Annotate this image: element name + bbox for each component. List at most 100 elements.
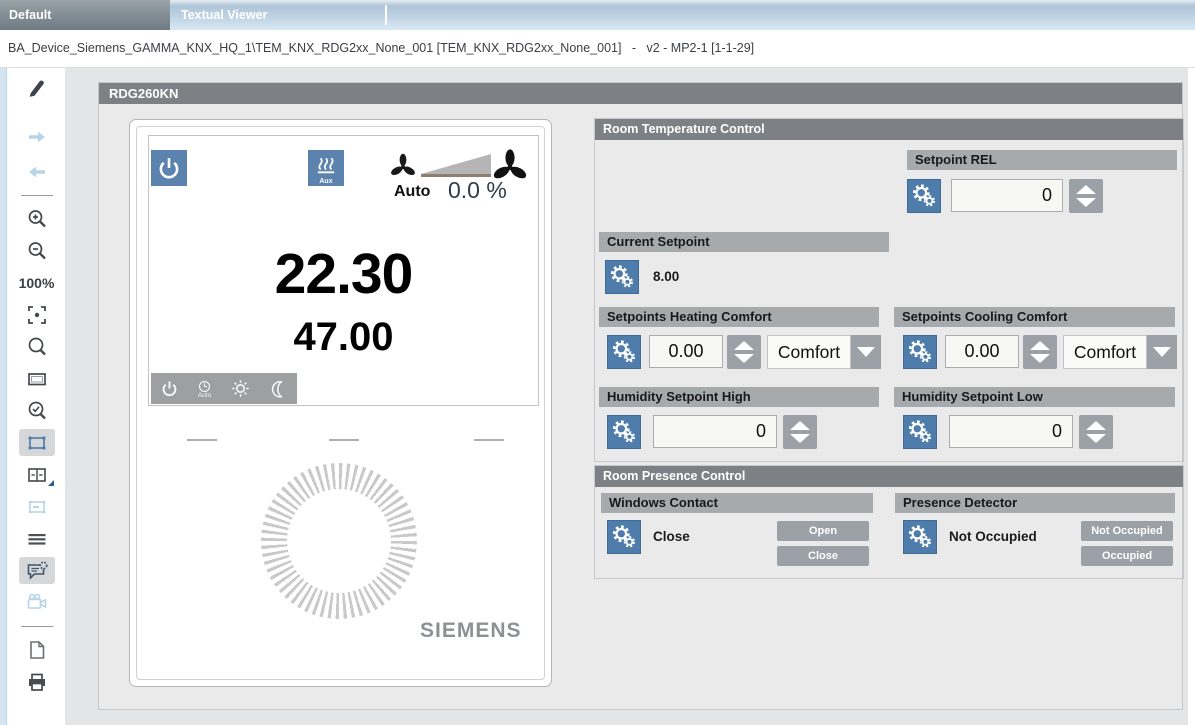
tab-divider: [385, 5, 387, 25]
pen-icon[interactable]: [19, 74, 55, 101]
spinner-down-icon[interactable]: [1086, 434, 1106, 443]
occupied-button[interactable]: Occupied: [1081, 546, 1173, 566]
cooling-comfort-mode-value: Comfort: [1063, 335, 1147, 369]
spinner-up-icon[interactable]: [1030, 341, 1050, 350]
setpoints-cooling-comfort-label: Setpoints Cooling Comfort: [894, 307, 1175, 327]
cooling-comfort-gear-button[interactable]: [903, 335, 937, 369]
not-occupied-button[interactable]: Not Occupied: [1081, 521, 1173, 541]
toolbar: 100%: [8, 74, 65, 725]
touch-key-dash[interactable]: [187, 439, 217, 441]
heating-comfort-gear-button[interactable]: [607, 335, 641, 369]
room-presence-control-title: Room Presence Control: [595, 466, 1183, 487]
touch-key-dash[interactable]: [474, 439, 504, 441]
windows-contact-label: Windows Contact: [601, 493, 873, 513]
fit-view-icon[interactable]: [19, 301, 55, 328]
mode-auto-icon[interactable]: Auto: [197, 379, 212, 399]
thermostat-display: Aux Auto 0.0 % 22.30 47.00: [148, 135, 539, 406]
chevron-down-icon: [857, 347, 875, 357]
cooling-comfort-mode-dropdown[interactable]: Comfort: [1063, 335, 1177, 369]
arrow-left-icon[interactable]: [19, 158, 55, 185]
panel-title: RDG260KN: [99, 83, 1182, 104]
rectangle-icon[interactable]: [19, 365, 55, 392]
rotary-dial[interactable]: [261, 463, 417, 619]
setpoints-heating-comfort-label: Setpoints Heating Comfort: [599, 307, 879, 327]
dropdown-button[interactable]: [1147, 335, 1177, 369]
thermostat-faceplate: Aux Auto 0.0 % 22.30 47.00: [129, 119, 552, 687]
spinner-down-icon[interactable]: [734, 354, 754, 363]
cooling-comfort-input[interactable]: [945, 335, 1019, 368]
heating-comfort-mode-dropdown[interactable]: Comfort: [767, 335, 881, 369]
room-temperature-control-title: Room Temperature Control: [595, 119, 1183, 140]
fan-output-value: 0.0 %: [448, 177, 507, 204]
menu-lines-icon[interactable]: [19, 525, 55, 552]
workspace: RDG260KN Aux Auto 0.0 %: [65, 68, 1188, 725]
presence-detector-value: Not Occupied: [949, 520, 1037, 554]
spinner-up-icon[interactable]: [734, 341, 754, 350]
setpoint-rel-gear-button[interactable]: [907, 179, 941, 213]
camera-icon[interactable]: [19, 589, 55, 616]
mode-power-icon[interactable]: [160, 379, 179, 398]
windows-contact-value: Close: [653, 520, 690, 554]
spinner-up-icon[interactable]: [1086, 421, 1106, 430]
humidity-low-gear-button[interactable]: [903, 415, 937, 449]
selection-frame-icon[interactable]: [19, 429, 55, 456]
windows-close-button[interactable]: Close: [777, 546, 869, 566]
cooling-comfort-spinner[interactable]: [1023, 335, 1057, 369]
magnifier-check-icon[interactable]: [19, 397, 55, 424]
room-temperature-control-section: Room Temperature Control Setpoint REL Cu…: [594, 118, 1184, 462]
zoom-in-icon[interactable]: [19, 205, 55, 232]
split-panes-icon[interactable]: [19, 461, 55, 488]
aux-heat-button[interactable]: Aux: [308, 150, 344, 186]
heating-comfort-input[interactable]: [649, 335, 723, 368]
spinner-down-icon[interactable]: [1030, 354, 1050, 363]
tab-bar: Default Textual Viewer: [0, 0, 1195, 30]
fan-small-icon: [389, 152, 417, 180]
light-frame-icon[interactable]: [19, 493, 55, 520]
spinner-down-icon[interactable]: [790, 434, 810, 443]
zoom-out-icon[interactable]: [19, 237, 55, 264]
page-icon[interactable]: [19, 636, 55, 663]
arrow-right-icon[interactable]: [19, 123, 55, 150]
left-edge-strip: [0, 68, 7, 725]
tab-default[interactable]: Default: [0, 0, 170, 30]
humidity-low-spinner[interactable]: [1079, 415, 1113, 449]
humidity-setpoint-low-label: Humidity Setpoint Low: [894, 387, 1175, 407]
humidity-value: 47.00: [149, 316, 538, 358]
tab-textual-viewer[interactable]: Textual Viewer: [170, 0, 385, 30]
heating-comfort-mode-value: Comfort: [767, 335, 851, 369]
comment-gear-icon[interactable]: [19, 557, 55, 584]
setpoint-rel-label: Setpoint REL: [907, 150, 1177, 170]
presence-detector-gear-button[interactable]: [903, 520, 937, 554]
humidity-high-input[interactable]: [653, 415, 777, 448]
aux-label: Aux: [308, 178, 344, 185]
touch-key-dash[interactable]: [329, 439, 359, 441]
mode-bar: Auto: [151, 373, 297, 404]
fan-mode-label: Auto: [394, 183, 430, 201]
mode-auto-label: Auto: [198, 393, 211, 399]
setpoint-rel-spinner[interactable]: [1069, 179, 1103, 213]
current-setpoint-label: Current Setpoint: [599, 232, 889, 252]
humidity-high-gear-button[interactable]: [607, 415, 641, 449]
dropdown-button[interactable]: [851, 335, 881, 369]
windows-contact-gear-button[interactable]: [607, 520, 641, 554]
room-presence-control-section: Room Presence Control Windows Contact Pr…: [594, 465, 1184, 579]
thermostat-face: Aux Auto 0.0 % 22.30 47.00: [136, 126, 545, 680]
device-panel: RDG260KN Aux Auto 0.0 %: [98, 82, 1183, 710]
current-setpoint-value: 8.00: [653, 260, 679, 294]
zoom-level-label[interactable]: 100%: [19, 269, 55, 296]
humidity-low-input[interactable]: [949, 415, 1073, 448]
spinner-down-icon[interactable]: [1076, 198, 1096, 207]
mode-comfort-sun-icon[interactable]: [230, 378, 251, 399]
mode-night-moon-icon[interactable]: [269, 379, 288, 398]
heating-comfort-spinner[interactable]: [727, 335, 761, 369]
spinner-up-icon[interactable]: [790, 421, 810, 430]
humidity-high-spinner[interactable]: [783, 415, 817, 449]
printer-icon[interactable]: [19, 668, 55, 695]
toolbar-divider: [21, 626, 53, 627]
magnifier-icon[interactable]: [19, 333, 55, 360]
current-setpoint-gear-button[interactable]: [605, 260, 639, 294]
setpoint-rel-input[interactable]: [951, 179, 1063, 212]
windows-open-button[interactable]: Open: [777, 521, 869, 541]
spinner-up-icon[interactable]: [1076, 185, 1096, 194]
power-button[interactable]: [151, 150, 187, 186]
